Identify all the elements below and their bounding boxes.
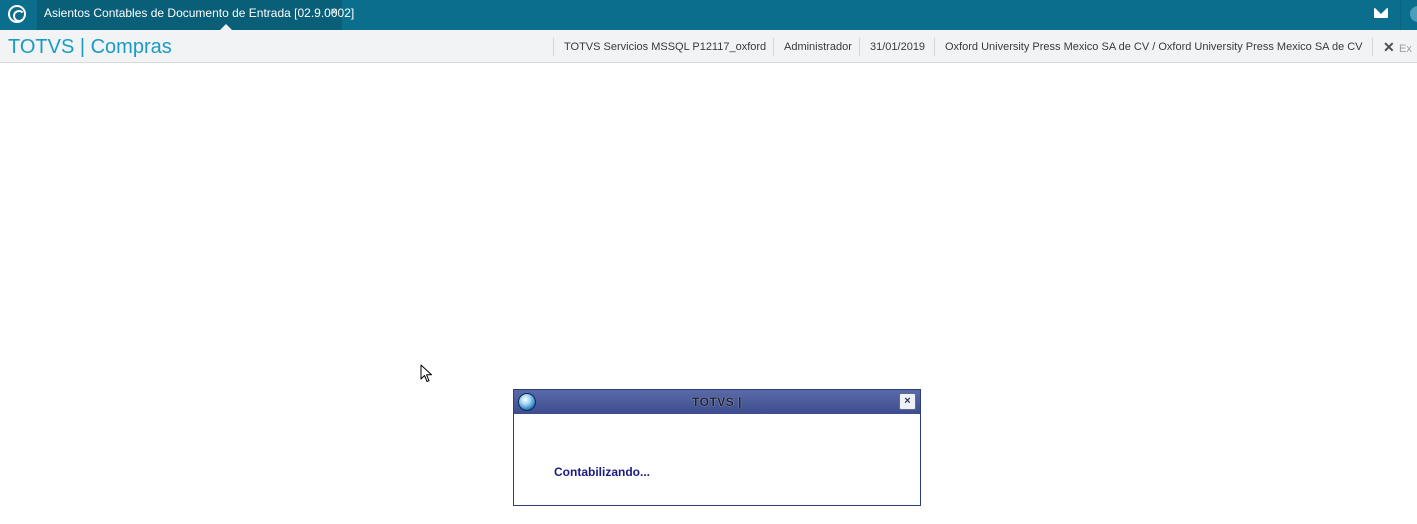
topbar-divider: [1400, 0, 1401, 30]
mail-icon[interactable]: [1374, 8, 1388, 18]
app-logo-icon[interactable]: [8, 5, 26, 23]
app-header: TOTVS | Compras TOTVS Servicios MSSQL P1…: [0, 30, 1417, 63]
exit-button[interactable]: ✕ Ex: [1372, 38, 1412, 56]
user-info[interactable]: Administrador: [773, 38, 852, 56]
top-tab-bar: Asientos Contables de Documento de Entra…: [0, 0, 1417, 30]
date-info[interactable]: 31/01/2019: [859, 38, 925, 56]
progress-dialog: TOTVS | × Contabilizando...: [513, 389, 921, 506]
dialog-title: TOTVS |: [692, 395, 742, 409]
tab-title: Asientos Contables de Documento de Entra…: [44, 6, 355, 20]
environment-info[interactable]: TOTVS Servicios MSSQL P12117_oxford: [553, 38, 766, 56]
exit-label: Ex: [1399, 43, 1412, 55]
close-icon: ✕: [1383, 39, 1395, 55]
page-title: TOTVS | Compras: [8, 36, 172, 58]
user-avatar-icon[interactable]: [1410, 6, 1417, 22]
dialog-title-bar[interactable]: TOTVS | ×: [514, 390, 920, 414]
company-info[interactable]: Oxford University Press Mexico SA de CV …: [934, 38, 1363, 56]
dialog-message: Contabilizando...: [554, 465, 650, 479]
mouse-cursor-icon: [420, 364, 432, 382]
tab-close-icon[interactable]: ×: [327, 0, 341, 26]
dialog-close-button[interactable]: ×: [899, 393, 916, 410]
tab-asientos-contables[interactable]: Asientos Contables de Documento de Entra…: [37, 0, 354, 30]
